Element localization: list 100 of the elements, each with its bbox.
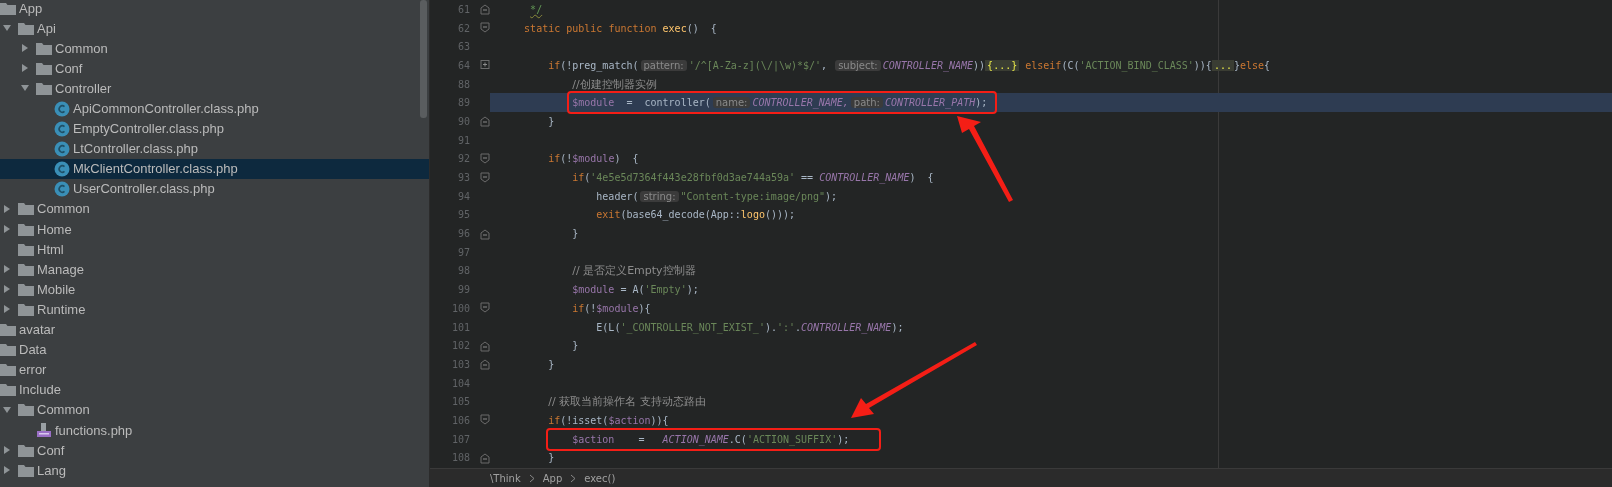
tree-item[interactable]: Controller (0, 78, 429, 99)
folder-icon (18, 403, 34, 417)
code-text: (!preg_match( (560, 59, 639, 71)
fold-icon[interactable] (480, 22, 490, 35)
tree-item[interactable]: Common (0, 38, 429, 59)
folder-icon (18, 302, 34, 316)
folder-icon (18, 242, 34, 256)
tree-item[interactable]: Common (0, 399, 429, 420)
tree-item[interactable]: Include (0, 379, 429, 400)
folder-icon (18, 202, 34, 216)
tree-item[interactable]: MkClientController.class.php (0, 158, 429, 179)
tree-item[interactable]: Data (0, 339, 429, 360)
code-text: if (572, 172, 585, 184)
line-number: 106 (450, 414, 470, 426)
code-text: if (548, 153, 561, 165)
breadcrumb-item[interactable]: App (542, 472, 563, 484)
code-text: ) { (909, 172, 934, 184)
code-text: $module (596, 302, 639, 314)
folder-icon (18, 443, 34, 457)
code-text: //创建控制器实例 (572, 76, 657, 92)
scrollbar[interactable] (420, 0, 427, 118)
class-file-icon (54, 140, 70, 157)
line-number: 92 (456, 153, 470, 165)
tree-item[interactable]: EmptyController.class.php (0, 118, 429, 139)
expand-fold-icon[interactable] (480, 59, 490, 72)
line-number: 104 (450, 377, 470, 389)
folded-code[interactable]: {...} (985, 59, 1020, 71)
code-text: CONTROLLER_NAME (819, 172, 910, 184)
code-text: , (821, 59, 829, 71)
collapsed-arrow-icon[interactable] (2, 204, 12, 214)
fold-icon[interactable] (480, 339, 490, 352)
fold-icon[interactable] (480, 302, 490, 315)
tree-item[interactable]: Conf (0, 440, 429, 461)
expanded-arrow-icon[interactable] (2, 404, 12, 415)
tree-item[interactable]: error (0, 359, 429, 380)
tree-item[interactable]: avatar (0, 319, 429, 340)
tree-item[interactable]: Api (0, 18, 429, 39)
fold-icon[interactable] (480, 358, 490, 371)
fold-icon[interactable] (480, 115, 490, 128)
folded-code[interactable]: ... (1211, 59, 1234, 71)
fold-icon[interactable] (480, 171, 490, 184)
tree-item[interactable]: ApiCommonController.class.php (0, 98, 429, 119)
code-text: CONTROLLER_PATH (884, 97, 976, 109)
tree-item[interactable]: Home (0, 219, 429, 240)
folder-icon (0, 363, 16, 377)
collapsed-arrow-icon[interactable] (2, 304, 12, 315)
folder-icon (18, 282, 34, 296)
collapsed-arrow-icon[interactable] (2, 445, 12, 456)
parameter-hint: name: (712, 97, 751, 109)
line-number: 98 (456, 265, 470, 277)
code-text: $module (572, 153, 615, 165)
tree-item[interactable]: Common (0, 198, 429, 220)
fold-icon[interactable] (480, 3, 490, 16)
tree-item[interactable]: Html (0, 239, 429, 260)
code-text: (! (560, 153, 573, 165)
collapsed-arrow-icon[interactable] (20, 63, 30, 74)
folder-icon (36, 81, 52, 95)
code-text: . (795, 321, 802, 333)
code-text: } (1233, 59, 1240, 71)
collapsed-arrow-icon[interactable] (20, 43, 30, 54)
code-text: exec (662, 22, 687, 34)
code-text: if (548, 414, 561, 426)
tree-item[interactable]: UserController.class.php (0, 178, 429, 199)
code-text: .C( (728, 433, 747, 445)
parameter-hint: pattern: (640, 59, 687, 71)
tree-item[interactable]: functions.php (0, 419, 429, 441)
tree-item[interactable]: Conf (0, 58, 429, 79)
breadcrumb-item[interactable]: exec() (584, 472, 616, 484)
code-text: $action (608, 414, 651, 426)
fold-icon[interactable] (480, 227, 490, 240)
collapsed-arrow-icon[interactable] (2, 224, 12, 235)
tree-item[interactable]: Lang (0, 460, 429, 481)
folder-icon (18, 463, 34, 477)
code-text: E(L( (596, 321, 621, 333)
fold-icon[interactable] (480, 414, 490, 427)
tree-item[interactable]: Mobile (0, 279, 429, 300)
code-text: // 获取当前操作名 支持动态路由 (548, 394, 706, 410)
line-number: 102 (450, 340, 470, 352)
code-text: static public function (524, 22, 658, 34)
tree-item[interactable]: Manage (0, 259, 429, 280)
code-text: if (572, 302, 585, 314)
tree-item[interactable]: LtController.class.php (0, 138, 429, 159)
fold-icon[interactable] (480, 152, 490, 165)
tree-item[interactable]: App (0, 0, 429, 19)
collapsed-arrow-icon[interactable] (2, 284, 12, 295)
tree-item[interactable]: Runtime (0, 299, 429, 320)
folder-icon (0, 323, 16, 337)
breadcrumb-item[interactable]: \Think (490, 472, 521, 484)
code-text: $module (572, 284, 615, 296)
collapsed-arrow-icon[interactable] (2, 264, 12, 275)
line-number: 94 (456, 190, 470, 202)
fold-icon[interactable] (480, 451, 490, 464)
parameter-hint: path: (850, 97, 883, 109)
collapsed-arrow-icon[interactable] (2, 465, 12, 476)
folder-icon (0, 1, 16, 15)
line-number: 105 (450, 396, 470, 408)
line-number: 100 (450, 302, 470, 314)
code-text: logo (740, 209, 765, 221)
code-text: ); (891, 321, 904, 333)
code-text: = controller( (625, 97, 711, 109)
